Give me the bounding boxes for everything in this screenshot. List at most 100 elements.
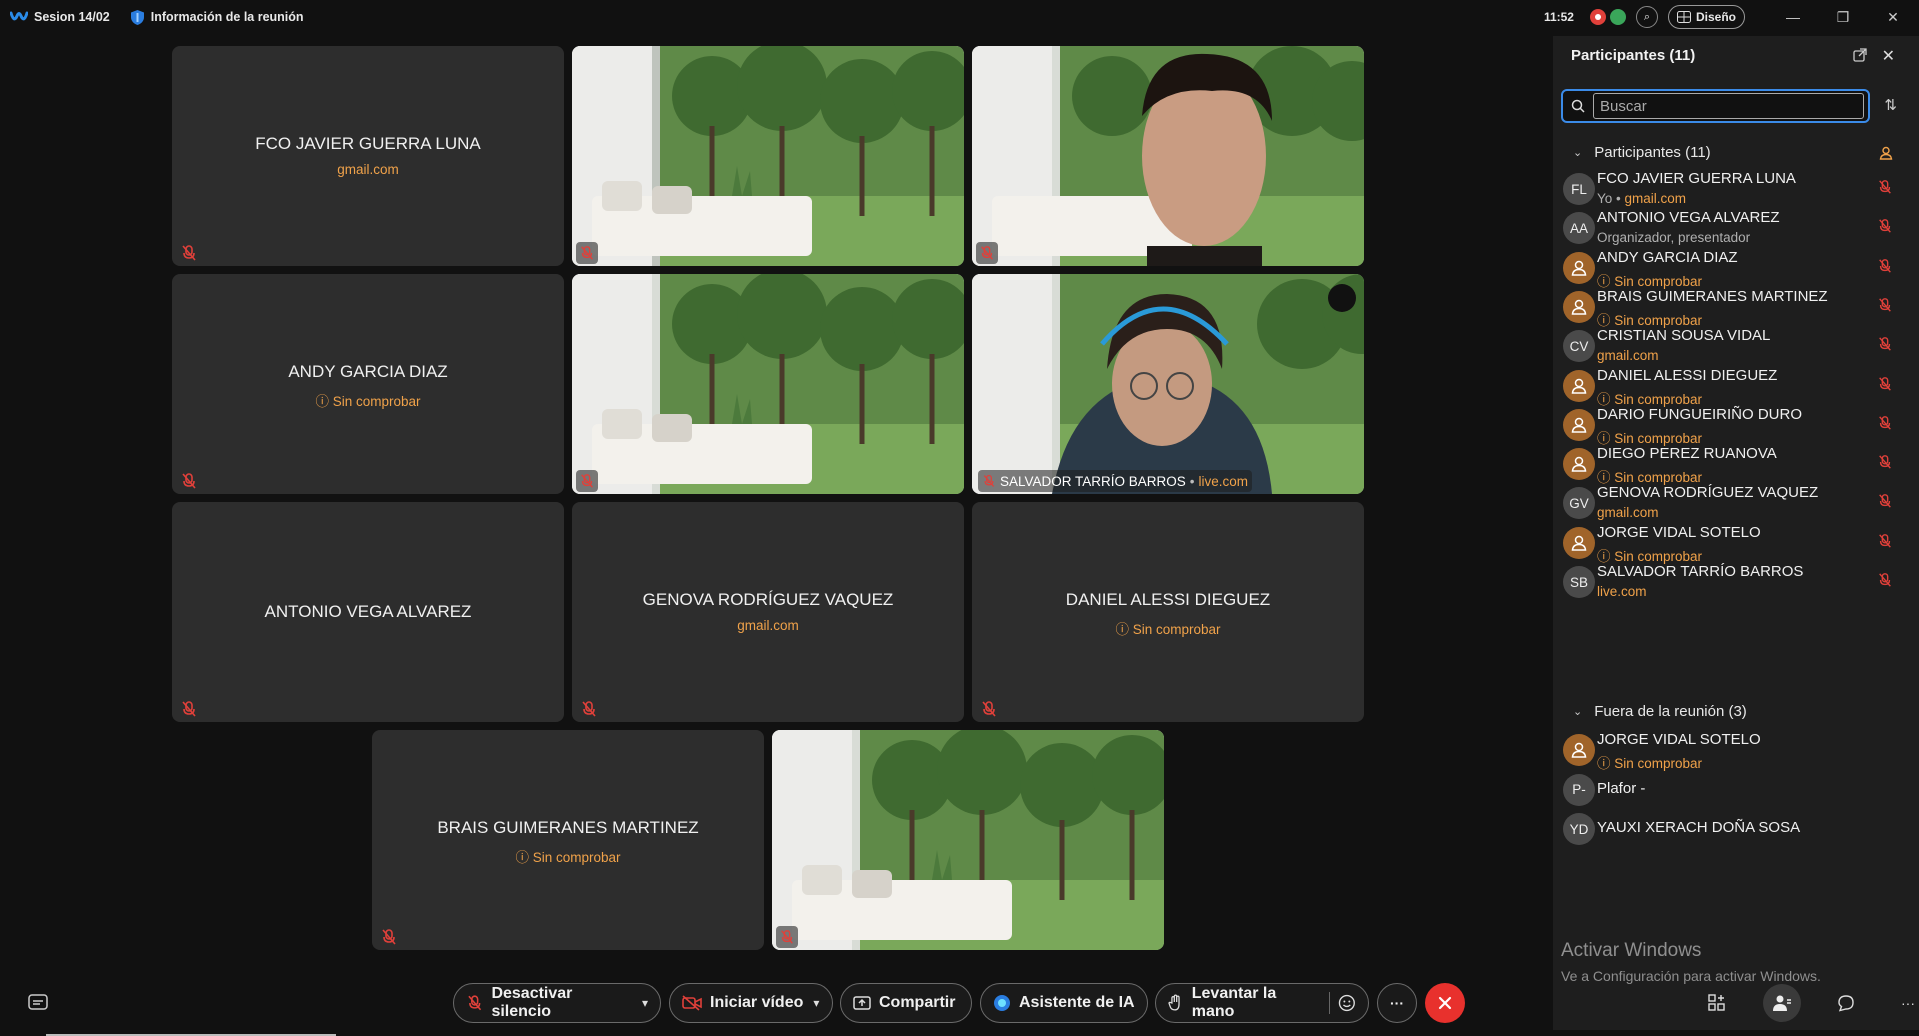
chat-icon[interactable] bbox=[1827, 984, 1865, 1022]
layout-button[interactable]: Diseño bbox=[1667, 5, 1745, 29]
muted-mic-icon bbox=[1879, 258, 1891, 273]
recording-icon[interactable] bbox=[1589, 9, 1606, 25]
participant-domain: live.com bbox=[1597, 584, 1647, 599]
avatar: AA bbox=[1563, 212, 1595, 245]
tile-participant-name: DANIEL ALESSI DIEGUEZ bbox=[1065, 590, 1271, 609]
mute-indicator[interactable] bbox=[1877, 376, 1893, 397]
group-outside-meeting[interactable]: ⌄ Fuera de la reunión (3) bbox=[1573, 703, 1747, 720]
search-placeholder: Buscar bbox=[1600, 97, 1647, 115]
muted-mic-icon bbox=[382, 929, 396, 945]
mute-indicator[interactable] bbox=[1877, 493, 1893, 514]
muted-mic-icon bbox=[468, 995, 482, 1011]
mute-indicator[interactable] bbox=[1877, 258, 1893, 279]
meeting-info-button[interactable]: Información de la reunión bbox=[130, 9, 304, 26]
participant-domain: gmail.com bbox=[1597, 505, 1659, 521]
video-tile[interactable]: SALVADOR TARRÍO BARROS • live.com bbox=[972, 274, 1364, 494]
muted-mic-icon bbox=[983, 474, 995, 487]
avatar bbox=[1563, 734, 1595, 766]
mute-indicator[interactable] bbox=[1877, 218, 1893, 239]
apps-icon[interactable] bbox=[1698, 984, 1736, 1022]
tile-unverified-status: ⓘ Sin comprobar bbox=[315, 394, 421, 409]
mute-indicator bbox=[576, 470, 598, 492]
chevron-down-icon: ⌄ bbox=[1573, 147, 1583, 159]
chevron-down-icon[interactable]: ▾ bbox=[642, 996, 648, 1010]
more-options-label: ··· bbox=[1390, 995, 1404, 1011]
video-tile[interactable] bbox=[972, 46, 1364, 266]
ai-status-icon[interactable] bbox=[1609, 9, 1626, 25]
participant-role: Organizador, presentador bbox=[1597, 230, 1751, 246]
participant-row[interactable]: YD YAUXI XERACH DOÑA SOSA bbox=[1553, 807, 1919, 853]
tile-participant-name: GENOVA RODRÍGUEZ VAQUEZ bbox=[642, 590, 894, 609]
mute-indicator[interactable] bbox=[1877, 533, 1893, 554]
reactions-icon[interactable] bbox=[1338, 994, 1356, 1012]
muted-mic-icon bbox=[1879, 455, 1891, 469]
guest-user-icon bbox=[1571, 535, 1587, 551]
session-tab[interactable]: Sesion 14/02 bbox=[10, 10, 110, 24]
mute-indicator bbox=[976, 242, 998, 264]
guest-user-icon bbox=[1571, 299, 1587, 315]
avatar: YD bbox=[1563, 813, 1595, 845]
raise-hand-button[interactable]: Levantar la mano bbox=[1155, 983, 1369, 1023]
mute-indicator[interactable] bbox=[1877, 297, 1893, 318]
minimize-icon[interactable]: — bbox=[1773, 0, 1813, 34]
watermark-title: Activar Windows bbox=[1561, 940, 1702, 961]
muted-mic-icon bbox=[581, 246, 593, 260]
participant-row[interactable]: SB SALVADOR TARRÍO BARROS live.com bbox=[1553, 560, 1919, 606]
captions-icon[interactable] bbox=[28, 994, 48, 1010]
ai-assistant-button[interactable]: Asistente de IA bbox=[980, 983, 1148, 1023]
video-tile[interactable] bbox=[572, 274, 964, 494]
more-icon[interactable]: ··· bbox=[1889, 984, 1919, 1022]
sort-icon[interactable]: ⇅ bbox=[1884, 96, 1897, 114]
group-in-meeting[interactable]: ⌄ Participantes (11) bbox=[1573, 144, 1711, 161]
video-tile[interactable] bbox=[772, 730, 1164, 950]
mute-indicator[interactable] bbox=[1877, 179, 1893, 200]
mute-indicator[interactable] bbox=[1877, 572, 1893, 593]
avatar: GV bbox=[1563, 487, 1595, 520]
meeting-info-label: Información de la reunión bbox=[150, 10, 304, 24]
muted-mic-icon bbox=[582, 701, 596, 717]
virtual-background-image bbox=[572, 274, 964, 494]
chevron-down-icon[interactable]: ▾ bbox=[813, 996, 819, 1010]
video-tile[interactable]: BRAIS GUIMERANES MARTINEZ ⓘ Sin comproba… bbox=[372, 730, 764, 950]
mute-indicator[interactable] bbox=[1877, 336, 1893, 357]
guest-filter-icon[interactable] bbox=[1879, 146, 1893, 160]
virtual-background-image bbox=[572, 46, 964, 266]
video-name-overlay: SALVADOR TARRÍO BARROS • live.com bbox=[978, 470, 1253, 492]
zoom-icon[interactable]: ⌕ bbox=[1635, 6, 1658, 28]
mute-indicator[interactable] bbox=[1877, 415, 1893, 436]
popout-icon[interactable] bbox=[1853, 48, 1867, 62]
mute-indicator bbox=[776, 926, 798, 948]
mute-indicator[interactable] bbox=[1877, 454, 1893, 475]
video-tile[interactable] bbox=[572, 46, 964, 266]
video-tile[interactable]: DANIEL ALESSI DIEGUEZ ⓘ Sin comprobar bbox=[972, 502, 1364, 722]
guest-user-icon bbox=[1571, 417, 1587, 433]
ai-assistant-icon bbox=[994, 995, 1010, 1011]
avatar bbox=[1563, 408, 1595, 441]
participant-name: Plafor - bbox=[1597, 779, 1646, 797]
muted-mic-icon bbox=[182, 473, 196, 489]
participant-video bbox=[972, 46, 1364, 266]
muted-mic-icon bbox=[1879, 533, 1891, 548]
close-window-icon[interactable]: ✕ bbox=[1873, 0, 1913, 34]
muted-mic-icon bbox=[1879, 494, 1891, 509]
video-tile[interactable]: ANTONIO VEGA ALVAREZ bbox=[172, 502, 564, 722]
unmute-button[interactable]: Desactivar silencio ▾ bbox=[453, 983, 661, 1023]
guest-user-icon bbox=[1571, 260, 1587, 276]
more-options-button[interactable]: ··· bbox=[1377, 983, 1417, 1023]
restore-icon[interactable]: ❐ bbox=[1823, 0, 1863, 34]
tile-participant-domain: gmail.com bbox=[337, 162, 399, 177]
participants-icon[interactable] bbox=[1763, 984, 1801, 1022]
participant-video bbox=[972, 274, 1364, 494]
clock: 11:52 bbox=[1543, 10, 1574, 24]
start-video-button[interactable]: Iniciar vídeo ▾ bbox=[669, 983, 833, 1023]
participant-name: BRAIS GUIMERANES MARTINEZ bbox=[1597, 287, 1828, 305]
video-tile[interactable]: FCO JAVIER GUERRA LUNA gmail.com bbox=[172, 46, 564, 266]
share-button[interactable]: Compartir bbox=[840, 983, 972, 1023]
search-input[interactable]: Buscar bbox=[1593, 93, 1864, 119]
video-tile[interactable]: GENOVA RODRÍGUEZ VAQUEZ gmail.com bbox=[572, 502, 964, 722]
participant-name: SALVADOR TARRÍO BARROS bbox=[1597, 563, 1804, 580]
participant-name: DARIO FUNGUEIRIÑO DURO bbox=[1597, 405, 1803, 423]
video-tile[interactable]: ANDY GARCIA DIAZ ⓘ Sin comprobar bbox=[172, 274, 564, 494]
close-icon[interactable]: ✕ bbox=[1882, 46, 1895, 66]
leave-meeting-button[interactable] bbox=[1425, 983, 1465, 1023]
